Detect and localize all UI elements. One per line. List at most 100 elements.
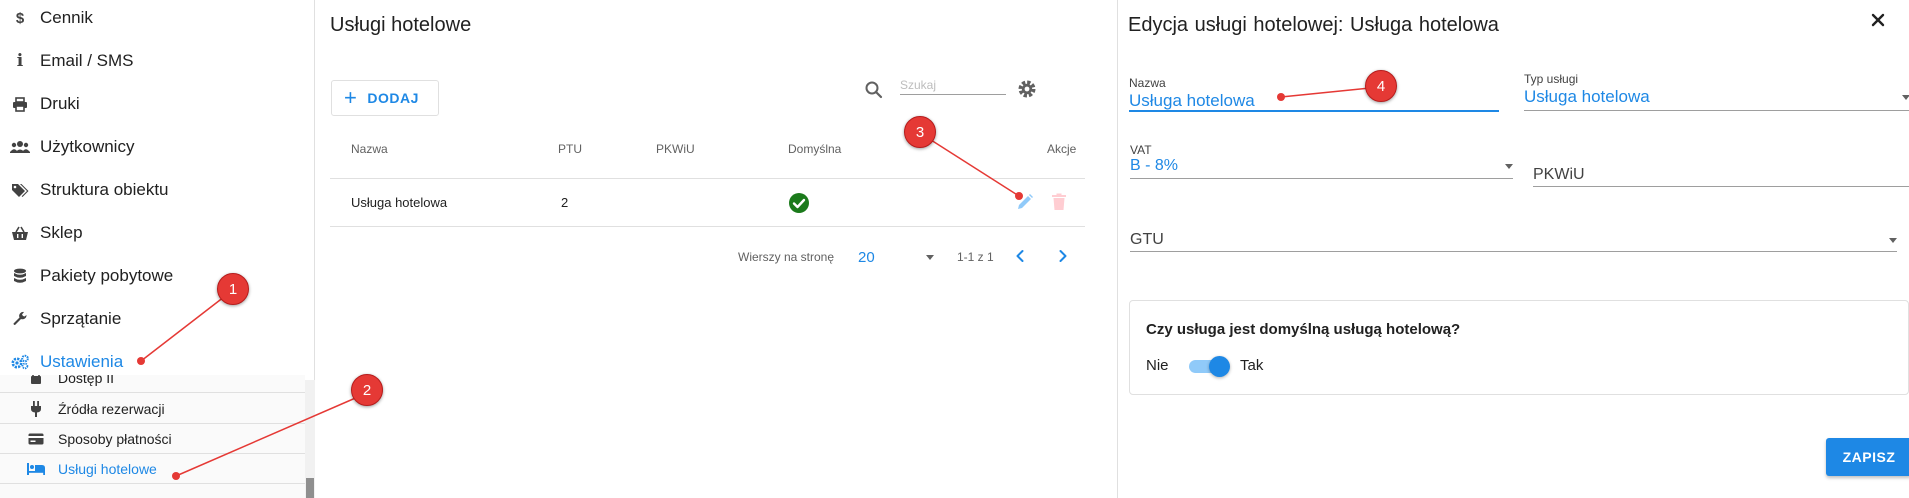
- table-divider: [330, 178, 1085, 179]
- sidebar-item-sprzatanie[interactable]: Sprzątanie: [0, 299, 315, 339]
- sidebar-item-sklep[interactable]: Sklep: [0, 213, 315, 253]
- column-header-akcje: Akcje: [1047, 142, 1077, 156]
- credit-card-icon: [26, 433, 46, 445]
- tags-icon: [10, 183, 30, 198]
- sidebar-item-pakiety-pobytowe[interactable]: Pakiety pobytowe: [0, 256, 315, 296]
- edit-service-panel: Edycja usługi hotelowej: Usługa hotelowa…: [1117, 0, 1909, 498]
- name-field-label: Nazwa: [1129, 76, 1166, 90]
- edit-icon[interactable]: [1016, 193, 1034, 216]
- sidebar-item-label: Struktura obiektu: [40, 180, 169, 199]
- gtu-label: GTU: [1130, 231, 1164, 248]
- edit-title-name: Usługa hotelowa: [1350, 14, 1499, 36]
- annotation-badge-1: 1: [217, 273, 249, 305]
- wrench-icon: [10, 311, 30, 327]
- submenu-item-dostep[interactable]: Dostęp II: [0, 375, 305, 393]
- sidebar: $ Cennik i Email / SMS Druki Użytkownicy…: [0, 0, 315, 498]
- column-header-pkwiu[interactable]: PKWiU: [656, 142, 695, 156]
- sidebar-item-cennik[interactable]: $ Cennik: [0, 0, 315, 38]
- sidebar-item-label: Sklep: [40, 223, 83, 242]
- submenu-item-label: Dostęp II: [58, 375, 115, 386]
- plug-icon: [26, 400, 46, 417]
- caret-down-icon: [1505, 164, 1513, 169]
- dollar-icon: $: [15, 9, 25, 27]
- caret-down-icon: [1889, 238, 1897, 243]
- chevron-left-icon[interactable]: [1010, 246, 1030, 271]
- annotation-badge-3: 3: [904, 116, 936, 148]
- toggle-on-label: Tak: [1240, 357, 1264, 374]
- vat-underline: [1130, 178, 1513, 179]
- add-button[interactable]: + DODAJ: [331, 80, 439, 116]
- name-field-value[interactable]: Usługa hotelowa: [1129, 91, 1255, 111]
- cell-name: Usługa hotelowa: [351, 195, 448, 210]
- rows-per-page-label: Wierszy na stronę: [738, 250, 835, 264]
- sidebar-item-uzytkownicy[interactable]: Użytkownicy: [0, 127, 315, 167]
- plus-icon: +: [344, 85, 358, 110]
- settings-submenu: Dostęp II Źródła rezerwacji Sposoby płat…: [0, 375, 305, 498]
- bed-icon: [26, 462, 46, 475]
- table-divider: [330, 226, 1085, 227]
- column-header-domyslna[interactable]: Domyślna: [788, 142, 841, 156]
- submenu-item-label: Usługi hotelowe: [58, 460, 157, 477]
- sidebar-item-label: Ustawienia: [40, 352, 124, 371]
- caret-down-icon: [926, 254, 934, 260]
- sidebar-item-label: Sprzątanie: [40, 309, 122, 328]
- delete-icon[interactable]: [1051, 193, 1067, 216]
- service-type-label: Typ usługi: [1524, 72, 1579, 86]
- service-type-value: Usługa hotelowa: [1524, 87, 1650, 106]
- vat-label: VAT: [1130, 143, 1152, 157]
- chevron-right-icon[interactable]: [1053, 246, 1073, 271]
- gear-icon[interactable]: [1016, 78, 1038, 105]
- column-header-nazwa[interactable]: Nazwa: [351, 142, 388, 156]
- lock-icon: [26, 375, 46, 385]
- edit-panel-title: Edycja usługi hotelowej: Usługa hotelowa: [1128, 14, 1499, 37]
- sidebar-item-email-sms[interactable]: i Email / SMS: [0, 41, 315, 81]
- name-field-underline: [1129, 110, 1499, 112]
- pkwiu-underline: [1533, 186, 1909, 187]
- printer-icon: [10, 96, 30, 112]
- sidebar-item-struktura-obiektu[interactable]: Struktura obiektu: [0, 170, 315, 210]
- toggle-off-label: Nie: [1146, 357, 1169, 374]
- sidebar-item-label: Pakiety pobytowe: [40, 266, 174, 285]
- sidebar-item-label: Cennik: [40, 8, 93, 27]
- service-type-underline: [1524, 110, 1909, 111]
- sidebar-item-druki[interactable]: Druki: [0, 84, 315, 124]
- sidebar-scrollbar-thumb[interactable]: [306, 478, 314, 498]
- basket-icon: [10, 226, 30, 241]
- services-list-panel: Usługi hotelowe + DODAJ Nazwa PTU PKWiU …: [316, 0, 1116, 498]
- search-input[interactable]: [900, 75, 1006, 95]
- caret-down-icon: [1902, 95, 1909, 100]
- add-button-label: DODAJ: [367, 90, 419, 106]
- column-header-ptu[interactable]: PTU: [558, 142, 582, 156]
- users-icon: [10, 140, 30, 154]
- annotation-badge-4: 4: [1365, 70, 1397, 102]
- default-service-toggle[interactable]: [1187, 355, 1231, 377]
- save-button[interactable]: ZAPISZ: [1826, 438, 1909, 476]
- search-icon[interactable]: [864, 80, 884, 105]
- sidebar-item-label: Druki: [40, 94, 80, 113]
- gtu-underline: [1130, 251, 1897, 252]
- rows-per-page-value: 20: [858, 248, 875, 266]
- toggle-knob: [1209, 356, 1230, 377]
- edit-title-prefix: Edycja usługi hotelowej:: [1128, 14, 1344, 36]
- page-title: Usługi hotelowe: [330, 14, 472, 36]
- check-circle-icon: [788, 192, 810, 219]
- info-icon: i: [16, 51, 24, 71]
- submenu-item-label: Źródła rezerwacji: [58, 400, 165, 417]
- pkwiu-field-label: PKWiU: [1533, 166, 1585, 183]
- cell-ptu: 2: [561, 195, 569, 210]
- pagination-range: 1-1 z 1: [957, 250, 994, 264]
- vat-value: B - 8%: [1130, 157, 1179, 174]
- submenu-item-sposoby-platnosci[interactable]: Sposoby płatności: [0, 424, 305, 454]
- submenu-item-uslugi-hotelowe[interactable]: Usługi hotelowe: [0, 454, 305, 484]
- database-icon: [10, 268, 30, 284]
- default-service-card: Czy usługa jest domyślną usługą hotelową…: [1129, 300, 1909, 395]
- rows-per-page-select[interactable]: 20: [858, 246, 934, 268]
- sidebar-item-label: Użytkownicy: [40, 137, 135, 156]
- submenu-item-zrodla-rezerwacji[interactable]: Źródła rezerwacji: [0, 394, 305, 424]
- sidebar-item-label: Email / SMS: [40, 51, 134, 70]
- close-icon[interactable]: [1870, 12, 1886, 33]
- submenu-item-label: Sposoby płatności: [58, 430, 172, 447]
- default-service-question: Czy usługa jest domyślną usługą hotelową…: [1146, 321, 1461, 338]
- cogs-icon: [10, 354, 30, 370]
- annotation-badge-2: 2: [351, 374, 383, 406]
